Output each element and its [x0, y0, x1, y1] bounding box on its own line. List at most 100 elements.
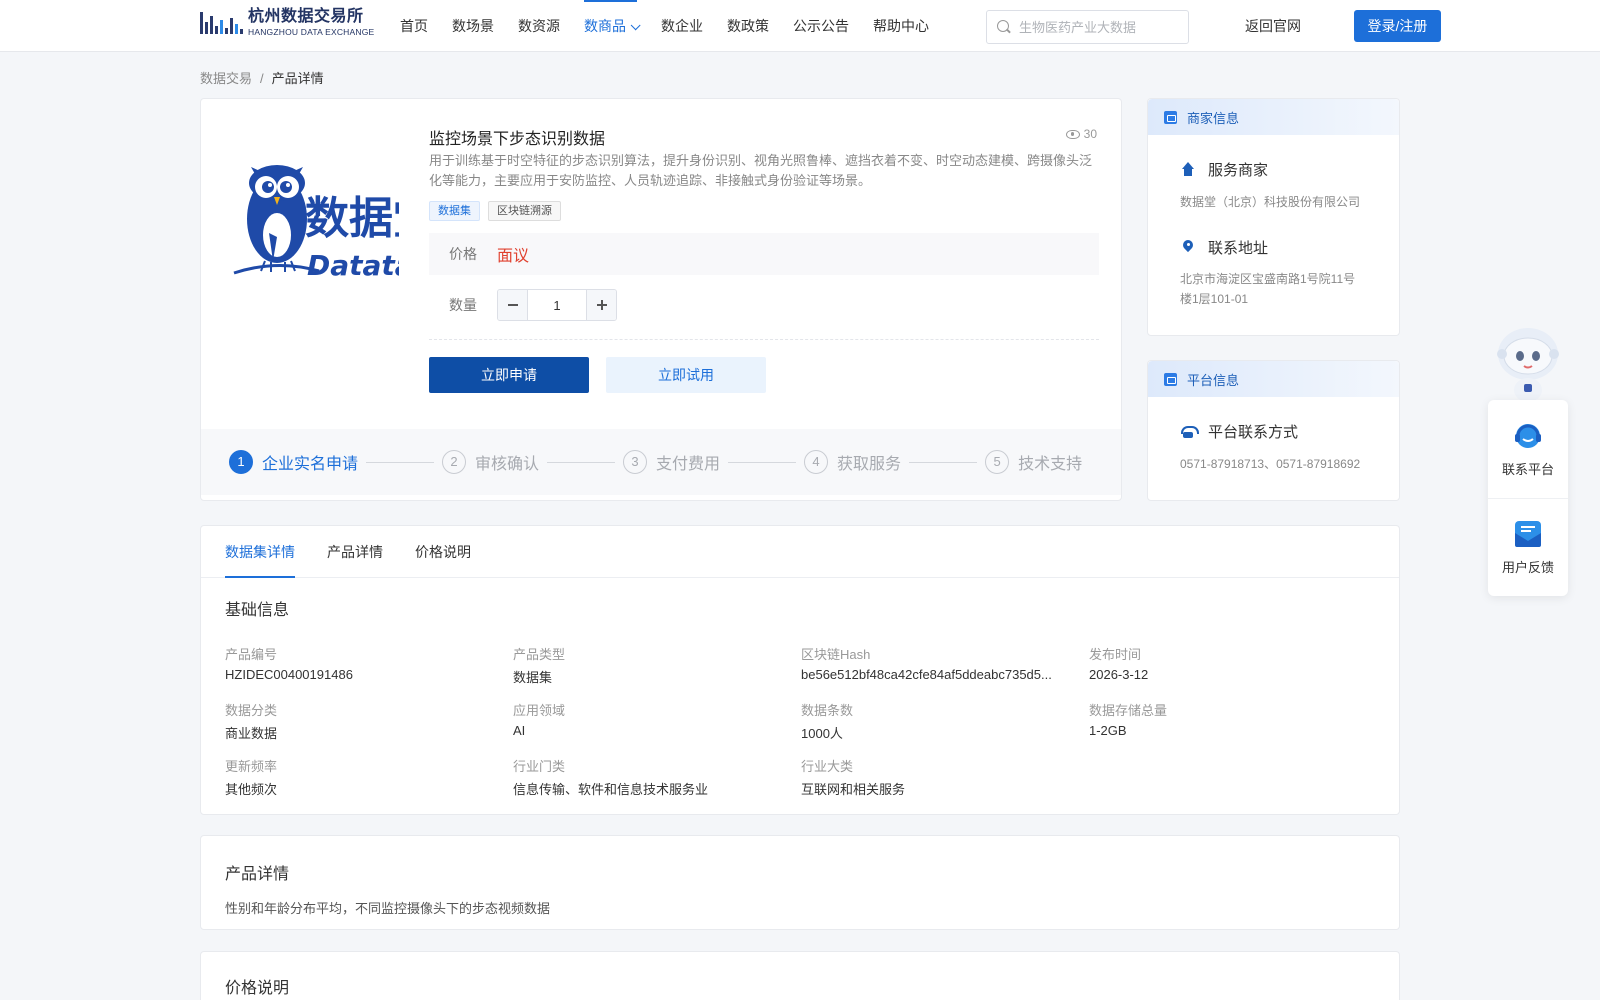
floating-help-panel: 联系平台 用户反馈 — [1488, 400, 1568, 596]
nav-item-home[interactable]: 首页 — [400, 0, 428, 52]
details-tabs: 数据集详情 产品详情 价格说明 — [201, 526, 1399, 578]
view-count: 30 — [1065, 127, 1097, 141]
price-description-title: 价格说明 — [225, 980, 290, 997]
robot-assistant-icon[interactable] — [1488, 324, 1568, 402]
view-count-value: 30 — [1083, 127, 1097, 141]
price-description-card: 价格说明 — [200, 951, 1400, 1000]
product-detail-title: 产品详情 — [225, 866, 290, 883]
platform-info-card: 平台信息 平台联系方式 0571-87918713、0571-87918692 — [1147, 360, 1400, 501]
mail-icon — [1515, 521, 1541, 547]
info-field: 行业门类 信息传输、软件和信息技术服务业 — [513, 756, 801, 798]
breadcrumb-separator: / — [260, 71, 264, 86]
info-field: 数据条数 1000人 — [801, 700, 1089, 742]
user-feedback-button[interactable]: 用户反馈 — [1488, 498, 1568, 596]
tab-product-details[interactable]: 产品详情 — [327, 526, 383, 578]
tag-dataset: 数据集 — [429, 201, 480, 221]
product-card: 数据堂 Datatang 监控场景下步态识别数据 30 用于训练基于时空特征的步… — [200, 98, 1122, 501]
logo-cn-text: 数据堂 — [305, 193, 399, 244]
site-logo[interactable]: 杭州数据交易所 HANGZHOU DATA EXCHANGE — [200, 8, 374, 38]
tab-dataset-details[interactable]: 数据集详情 — [225, 526, 295, 578]
step-2: 2 审核确认 — [442, 450, 539, 474]
step-connector — [547, 461, 616, 463]
info-field: 数据分类 商业数据 — [225, 700, 513, 742]
location-pin-icon — [1180, 240, 1196, 256]
service-merchant-title: 服务商家 — [1180, 159, 1268, 180]
address-value: 北京市海淀区宝盛南路1号院11号楼1层101-01 — [1180, 272, 1356, 306]
back-to-official-link[interactable]: 返回官网 — [1245, 0, 1301, 52]
step-1: 1 企业实名申请 — [229, 450, 358, 474]
search-box[interactable] — [986, 10, 1189, 44]
info-value: AI — [513, 723, 526, 738]
apply-now-button[interactable]: 立即申请 — [429, 357, 589, 393]
contact-platform-button[interactable]: 联系平台 — [1488, 400, 1568, 498]
address-title: 联系地址 — [1180, 237, 1268, 258]
price-label: 价格 — [449, 246, 477, 262]
login-register-button[interactable]: 登录/注册 — [1354, 10, 1441, 42]
step-number: 5 — [985, 450, 1010, 474]
quantity-row: 数量 — [429, 289, 617, 321]
basic-info-grid: 产品编号 HZIDEC00400191486 产品类型 数据集 区块链Hash be5… — [225, 644, 1385, 798]
info-value: 商业数据 — [225, 726, 278, 741]
datatang-logo-image: 数据堂 Datatang — [233, 165, 399, 282]
monitor-icon — [1164, 372, 1177, 386]
info-value: 信息传输、软件和信息技术服务业 — [513, 782, 709, 797]
nav-item-resources[interactable]: 数资源 — [518, 0, 560, 52]
price-value: 面议 — [497, 248, 530, 265]
breadcrumb-root[interactable]: 数据交易 — [200, 71, 252, 86]
info-field: 区块链Hash be56e512bf48ca42cfe84af5ddeabc735… — [801, 644, 1089, 686]
breadcrumb-current: 产品详情 — [271, 71, 324, 86]
logo-en-text: Datatang — [307, 249, 399, 282]
tab-price-description[interactable]: 价格说明 — [415, 526, 471, 578]
platform-info-title: 平台信息 — [1187, 372, 1240, 388]
info-label: 发布时间 — [1089, 647, 1142, 662]
info-label: 行业大类 — [801, 759, 854, 774]
store-icon — [1164, 110, 1177, 124]
step-label: 审核确认 — [475, 456, 540, 473]
step-4: 4 获取服务 — [804, 450, 901, 474]
merchant-info-card: 商家信息 服务商家 数据堂（北京）科技股份有限公司 联系地址 北京市海淀区宝盛南… — [1147, 98, 1400, 336]
service-merchant-value: 数据堂（北京）科技股份有限公司 — [1180, 195, 1361, 209]
step-label: 支付费用 — [656, 456, 721, 473]
info-value: 其他频次 — [225, 782, 278, 797]
nav-item-help[interactable]: 帮助中心 — [873, 0, 929, 52]
nav-item-announcements[interactable]: 公示公告 — [793, 0, 849, 52]
platform-contact-value: 0571-87918713、0571-87918692 — [1180, 457, 1361, 471]
basic-info-title: 基础信息 — [225, 602, 290, 619]
service-merchant-label: 服务商家 — [1208, 162, 1269, 179]
info-label: 应用领域 — [513, 703, 566, 718]
step-3: 3 支付费用 — [623, 450, 720, 474]
platform-info-header: 平台信息 — [1148, 361, 1399, 397]
info-label: 产品编号 — [225, 647, 278, 662]
quantity-input[interactable] — [528, 290, 586, 320]
info-value: be56e512bf48ca42cfe84af5ddeabc735d5... — [801, 667, 1052, 682]
info-label: 更新频率 — [225, 759, 278, 774]
product-description: 用于训练基于时空特征的步态识别算法，提升身份识别、视角光照鲁棒、遮挡衣着不变、时… — [429, 153, 1093, 188]
nav-item-products-label: 数商品 — [584, 18, 626, 34]
quantity-label: 数量 — [449, 297, 477, 313]
search-input[interactable] — [1019, 19, 1179, 35]
try-now-button[interactable]: 立即试用 — [606, 357, 766, 393]
divider — [429, 339, 1099, 340]
nav-item-scenes[interactable]: 数场景 — [452, 0, 494, 52]
info-value: 1000人 — [801, 726, 843, 741]
step-number: 3 — [623, 450, 648, 474]
info-label: 区块链Hash — [801, 647, 871, 662]
quantity-stepper — [497, 289, 617, 321]
info-field: 产品编号 HZIDEC00400191486 — [225, 644, 513, 686]
nav-item-policies[interactable]: 数政策 — [727, 0, 769, 52]
step-number: 2 — [442, 450, 467, 474]
top-header: 杭州数据交易所 HANGZHOU DATA EXCHANGE 首页 数场景 数资… — [0, 0, 1600, 52]
step-5: 5 技术支持 — [985, 450, 1082, 474]
search-icon[interactable] — [997, 20, 1011, 34]
nav-item-companies[interactable]: 数企业 — [661, 0, 703, 52]
minus-icon[interactable] — [498, 290, 528, 320]
step-label: 技术支持 — [1018, 456, 1083, 473]
platform-contact-label: 平台联系方式 — [1208, 424, 1299, 441]
breadcrumb: 数据交易 / 产品详情 — [200, 68, 324, 87]
nav-item-products[interactable]: 数商品 — [584, 0, 641, 52]
logo-title: 杭州数据交易所 — [248, 8, 364, 26]
step-number: 1 — [229, 450, 253, 474]
product-detail-card: 产品详情 性别和年龄分布平均，不同监控摄像头下的步态视频数据 — [200, 835, 1400, 930]
process-steps: 1 企业实名申请 2 审核确认 3 支付费用 4 获取服务 5 技术支持 — [201, 429, 1121, 495]
plus-icon[interactable] — [586, 290, 616, 320]
